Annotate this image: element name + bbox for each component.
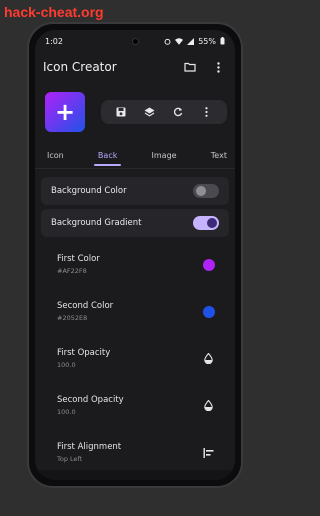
bottom-edge — [35, 470, 235, 480]
first-color-swatch[interactable] — [203, 258, 215, 271]
more-vert-icon[interactable] — [211, 60, 225, 74]
row-text: First Color #AF22F8 — [57, 254, 100, 275]
row-title: Second Color — [57, 301, 114, 311]
refresh-icon[interactable] — [171, 105, 185, 119]
status-icons: 55% — [164, 37, 225, 46]
background-color-toggle-row[interactable]: Background Color — [41, 177, 229, 205]
wifi-icon — [175, 37, 184, 45]
phone-frame: 1:02 55% Icon Creator + Icon Back Image … — [27, 22, 243, 488]
row-subtitle: 100.0 — [57, 408, 76, 416]
opacity-icon[interactable] — [201, 399, 215, 413]
row-title: First Color — [57, 254, 100, 264]
tab-image[interactable]: Image — [152, 147, 177, 164]
more-vert-icon[interactable] — [200, 105, 214, 119]
row-text: First Opacity 100.0 — [57, 348, 110, 369]
first-opacity-row[interactable]: First Opacity 100.0 — [41, 335, 229, 382]
background-color-switch[interactable] — [193, 184, 219, 198]
row-text: Second Color #2052E8 — [57, 301, 113, 322]
watermark-text: hack-cheat.org — [4, 4, 104, 20]
save-icon[interactable] — [114, 105, 128, 119]
icon-preview[interactable]: + — [45, 92, 85, 132]
layers-icon[interactable] — [143, 105, 157, 119]
row-text: First Alignment Top Left — [57, 442, 121, 463]
second-opacity-row[interactable]: Second Opacity 100.0 — [41, 382, 229, 429]
preview-toolbar: + — [35, 82, 235, 138]
first-color-row[interactable]: First Color #AF22F8 — [41, 241, 229, 288]
background-gradient-switch[interactable] — [193, 216, 219, 230]
row-title: First Opacity — [57, 348, 111, 358]
second-color-swatch[interactable] — [203, 305, 215, 318]
first-alignment-row[interactable]: First Alignment Top Left — [41, 429, 229, 476]
alarm-icon — [164, 38, 171, 45]
row-title: Second Opacity — [57, 395, 124, 405]
align-left-icon[interactable] — [201, 446, 215, 460]
row-text: Second Opacity 100.0 — [57, 395, 124, 416]
background-gradient-toggle-row[interactable]: Background Gradient — [41, 209, 229, 237]
preview-plus-symbol: + — [54, 98, 76, 126]
battery-percent: 55% — [198, 36, 216, 46]
row-subtitle: Top Left — [57, 455, 83, 463]
tab-bar: Icon Back Image Text — [35, 144, 235, 166]
signal-icon — [187, 37, 195, 45]
battery-icon — [220, 37, 225, 45]
appbar-actions — [183, 60, 225, 74]
gradient-settings: First Color #AF22F8 Second Color #2052E8… — [41, 241, 229, 476]
toggle-label: Background Color — [51, 186, 127, 196]
row-subtitle: #2052E8 — [57, 314, 88, 322]
tab-back[interactable]: Back — [93, 147, 122, 166]
toggle-label: Background Gradient — [51, 218, 142, 228]
second-color-row[interactable]: Second Color #2052E8 — [41, 288, 229, 335]
tab-icon[interactable]: Icon — [47, 147, 64, 164]
row-subtitle: #AF22F8 — [57, 267, 87, 275]
app-screen: 1:02 55% Icon Creator + Icon Back Image … — [35, 30, 235, 480]
action-pill — [101, 100, 227, 124]
tab-text[interactable]: Text — [211, 147, 227, 164]
switch-knob — [207, 218, 217, 228]
row-subtitle: 100.0 — [57, 361, 76, 369]
opacity-icon[interactable] — [201, 352, 215, 366]
folder-icon[interactable] — [183, 60, 197, 74]
row-title: First Alignment — [57, 442, 122, 452]
camera-cutout — [132, 38, 139, 45]
app-title: Icon Creator — [43, 60, 117, 74]
settings-list: Background Color Background Gradient Fir… — [35, 169, 235, 476]
status-time: 1:02 — [45, 36, 63, 46]
app-bar: Icon Creator — [35, 52, 235, 82]
switch-knob — [196, 186, 206, 196]
